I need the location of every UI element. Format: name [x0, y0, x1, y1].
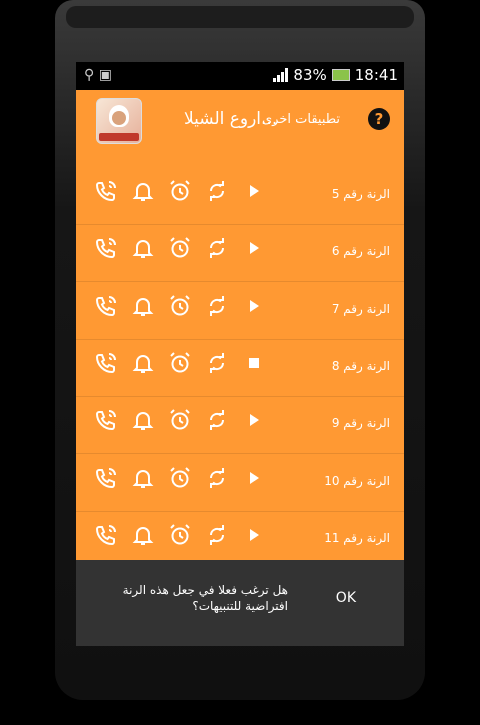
set-alarm-icon[interactable] [168, 236, 192, 260]
set-alarm-icon[interactable] [168, 179, 192, 203]
set-notification-icon[interactable] [131, 351, 155, 375]
ringtone-list: الرنة رقم 5 الرنة رقم 6 الرنة رقم 7 الرنة ر… [76, 152, 404, 572]
ringtone-label: الرنة رقم 5 [331, 187, 390, 201]
repeat-icon[interactable] [205, 466, 229, 490]
list-item: الرنة رقم 7 [76, 282, 404, 340]
row-actions [94, 466, 266, 490]
row-actions [94, 351, 266, 375]
screen: ⚲ ▣ 83% 18:41 اروع الشيلا... تطبيقات اخر… [76, 62, 404, 646]
stop-icon[interactable] [242, 351, 266, 375]
set-alarm-icon[interactable] [168, 294, 192, 318]
set-notification-icon[interactable] [131, 179, 155, 203]
play-icon[interactable] [242, 236, 266, 260]
ok-button[interactable]: OK [336, 590, 356, 606]
set-notification-icon[interactable] [131, 236, 155, 260]
repeat-icon[interactable] [205, 294, 229, 318]
signal-icon [273, 68, 289, 82]
play-icon[interactable] [242, 523, 266, 547]
set-ringtone-icon[interactable] [94, 294, 118, 318]
status-bar: ⚲ ▣ 83% 18:41 [76, 62, 404, 90]
set-notification-icon[interactable] [131, 294, 155, 318]
list-item: الرنة رقم 8 [76, 339, 404, 397]
repeat-icon[interactable] [205, 408, 229, 432]
row-actions [94, 236, 266, 260]
dialog-message: هل ترغب فعلا في جعل هذه الرنة افتراضية ل… [122, 583, 288, 613]
set-alarm-icon[interactable] [168, 523, 192, 547]
set-notification-icon[interactable] [131, 408, 155, 432]
repeat-icon[interactable] [205, 236, 229, 260]
status-right: 83% 18:41 [273, 66, 398, 84]
set-ringtone-icon[interactable] [94, 466, 118, 490]
app-bar: اروع الشيلا... تطبيقات اخرى ? [76, 90, 404, 152]
ringtone-label: الرنة رقم 9 [331, 416, 390, 431]
play-icon[interactable] [242, 466, 266, 490]
row-actions [94, 179, 266, 203]
set-notification-icon[interactable] [131, 466, 155, 490]
phone-speaker [66, 6, 414, 28]
row-actions [94, 294, 266, 318]
set-alarm-icon[interactable] [168, 466, 192, 490]
repeat-icon[interactable] [205, 351, 229, 375]
set-alarm-icon[interactable] [168, 408, 192, 432]
play-icon[interactable] [242, 294, 266, 318]
list-item: الرنة رقم 9 [76, 396, 404, 455]
row-actions [94, 408, 266, 432]
ringtone-label: الرنة رقم 8 [331, 358, 390, 373]
ringtone-label: الرنة رقم 6 [331, 244, 390, 259]
play-icon[interactable] [242, 179, 266, 203]
clock: 18:41 [354, 66, 398, 84]
list-item: الرنة رقم 10 [76, 454, 404, 512]
play-icon[interactable] [242, 408, 266, 432]
repeat-icon[interactable] [205, 523, 229, 547]
set-ringtone-icon[interactable] [94, 523, 118, 547]
set-ringtone-icon[interactable] [94, 351, 118, 375]
ringtone-label: الرنة رقم 7 [331, 301, 390, 316]
app-logo[interactable] [96, 98, 142, 144]
android-icon: ▣ [98, 67, 112, 83]
set-alarm-icon[interactable] [168, 351, 192, 375]
usb-icon: ⚲ [84, 67, 95, 83]
list-item: الرنة رقم 5 [76, 167, 404, 225]
ringtone-label: الرنة رقم 11 [324, 530, 390, 545]
set-ringtone-icon[interactable] [94, 408, 118, 432]
status-left-icons: ⚲ ▣ [84, 67, 112, 83]
other-apps-link[interactable]: تطبيقات اخرى [262, 112, 340, 127]
ringtone-label: الرنة رقم 10 [324, 473, 390, 488]
battery-icon [331, 69, 350, 81]
set-notification-icon[interactable] [131, 523, 155, 547]
battery-percent: 83% [293, 66, 327, 84]
list-item: الرنة رقم 6 [76, 224, 404, 283]
repeat-icon[interactable] [205, 179, 229, 203]
help-icon[interactable]: ? [368, 108, 390, 130]
confirm-dialog: هل ترغب فعلا في جعل هذه الرنة افتراضية ل… [76, 560, 404, 646]
set-ringtone-icon[interactable] [94, 236, 118, 260]
set-ringtone-icon[interactable] [94, 179, 118, 203]
row-actions [94, 523, 266, 547]
